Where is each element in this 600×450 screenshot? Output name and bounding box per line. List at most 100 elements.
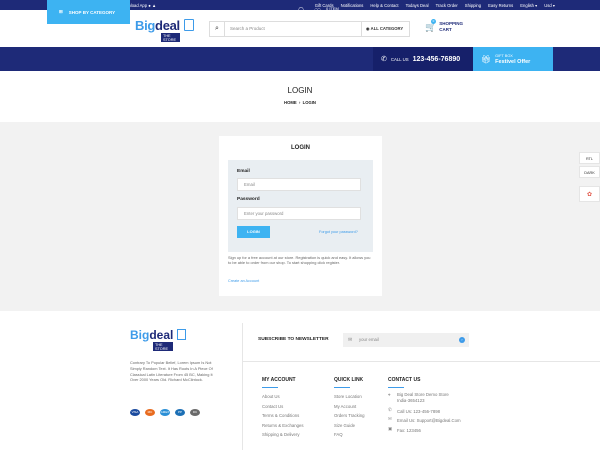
address-text: Big Deal Store Demo Store India-3654123 (397, 392, 449, 404)
nav-item-pages[interactable]: PAGES ▾ (243, 9, 261, 15)
footer-link-size-guide[interactable]: Size Guide (334, 421, 365, 431)
email-label: Email (237, 169, 250, 174)
email-field[interactable]: Email (237, 178, 361, 191)
logo-tagline: THE STORE (161, 33, 180, 42)
footer-link-orders-tracking[interactable]: Orders Tracking (334, 411, 365, 421)
easy-returns-link[interactable]: Easy Returns (488, 3, 513, 8)
breadcrumb-home[interactable]: HOME (284, 100, 297, 105)
call-us-label: CALL US (390, 56, 409, 62)
currency-select[interactable]: Usd ▾ (544, 3, 555, 8)
nav-features-label: FEATURES (210, 9, 234, 14)
title-underline (334, 387, 350, 388)
contact-column: CONTACT US ⌖ Big Deal Store Demo Store Ind… (388, 377, 461, 435)
footer-link-terms[interactable]: Terms & Conditions (262, 411, 304, 421)
mail-icon: ✉ (348, 337, 353, 343)
shopping-bag-icon (177, 329, 186, 340)
language-label: English (520, 3, 534, 8)
footer-link-store-location[interactable]: Store Location (334, 392, 365, 402)
footer-link-about[interactable]: About Us (262, 392, 304, 402)
register-info-text: Sign up for a free account at our store.… (228, 255, 371, 266)
search-icon[interactable]: ⌕ (210, 25, 224, 33)
category-select[interactable]: ◉ ALL CATEGORY (361, 22, 409, 36)
shop-by-category-label: SHOP BY CATEGORY (68, 9, 116, 15)
newsletter-placeholder: your email (359, 337, 379, 342)
cart-icon: 🛒 0 (425, 18, 437, 32)
dark-toggle[interactable]: DARK (579, 166, 600, 178)
footer-logo-tagline: THE STORE (153, 342, 174, 351)
quick-link-column: QUICK LINK Store Location My Account Ord… (334, 377, 365, 440)
footer-logo[interactable]: Bigdeal THE STORE (130, 328, 186, 351)
login-panel: LOGIN Email Email Password Enter your pa… (219, 136, 382, 296)
chevron-right-icon: › (298, 100, 301, 105)
paypal-icon: PP (175, 409, 185, 416)
nav-item-product[interactable]: PRODUCT ▾ (180, 9, 205, 15)
create-account-link[interactable]: Create an Account (228, 279, 259, 283)
password-field[interactable]: Enter your password (237, 207, 361, 220)
mail-icon: ✉ (388, 416, 392, 422)
language-select[interactable]: English ▾ (520, 3, 537, 8)
footer-logo-deal: deal (149, 328, 174, 342)
nav-home-label: HOME (136, 9, 149, 14)
chevron-down-icon: ▾ (552, 3, 555, 8)
footer-description: Contrary To Popular Belief, Lorem Ipsum … (130, 360, 213, 383)
page-title: LOGIN (287, 86, 313, 95)
fax-text: Fax: 123456 (397, 427, 421, 433)
todays-deal-link[interactable]: Todays Deal (406, 3, 429, 8)
category-label: ALL CATEGORY (370, 26, 404, 31)
shopping-cart[interactable]: 🛒 0 SHOPPING CART (425, 18, 463, 33)
footer-link-shipping[interactable]: Shipping & Delivery (262, 430, 304, 440)
rtl-toggle[interactable]: RTL (579, 152, 600, 164)
chevron-down-icon: ▾ (535, 3, 538, 8)
track-order-link[interactable]: Track Order (436, 3, 458, 8)
color-picker-icon[interactable]: ✿ (579, 186, 600, 202)
my-account-column: MY ACCOUNT About Us Contact Us Terms & C… (262, 377, 304, 440)
nav-item-blog[interactable]: BLOG ▾ (267, 9, 283, 15)
help-contact-link[interactable]: Help & Contact (370, 3, 398, 8)
payment-icons: VISA MC AMEX PP DC (130, 409, 200, 416)
user-icon[interactable]: 👤︎ (296, 7, 306, 16)
breadcrumb-current: LOGIN (302, 100, 316, 105)
shop-by-category-button[interactable]: ⊞ SHOP BY CATEGORY (47, 0, 130, 24)
nav-item-features[interactable]: FEATURES ▾ (210, 9, 236, 15)
footer-hdivider (242, 361, 600, 362)
contact-title: CONTACT US (388, 377, 421, 383)
footer-link-contact[interactable]: Contact Us (262, 402, 304, 412)
gift-box-offer[interactable]: 🎁︎ GIFT BOX Festivel Offer (473, 47, 553, 71)
footer-link-faq[interactable]: FAQ (334, 430, 365, 440)
login-button[interactable]: LOGIN (237, 226, 270, 238)
email-text[interactable]: Email Us: Support@Bigdeal.Com (397, 416, 461, 426)
my-account-title: MY ACCOUNT (262, 377, 296, 383)
nav-product-label: PRODUCT (179, 9, 201, 14)
login-form: Email Email Password Enter your password… (228, 160, 373, 252)
phone-icon: ✆ (381, 56, 387, 63)
address-line-1: Big Deal Store Demo Store (397, 392, 449, 397)
call-text: Call Us: 123-456-7898 (397, 408, 440, 414)
currency-label: Usd (544, 3, 552, 8)
heart-icon[interactable]: ♡ (314, 7, 321, 16)
wishlist-link[interactable]: 0 ITEM WISHLIST (326, 6, 345, 16)
nav-blog-label: BLOG (266, 9, 280, 14)
breadcrumb-section: LOGIN HOME › LOGIN (0, 71, 600, 122)
nav-menu: HOME ▾ SHOP ▾ PRODUCT ▾ FEATURES ▾ PAGES… (136, 0, 282, 24)
title-underline (388, 387, 404, 388)
category-dot-icon: ◉ (366, 26, 370, 31)
footer-logo-wordmark: Bigdeal (130, 328, 173, 342)
login-title: LOGIN (291, 145, 310, 151)
search-input[interactable]: Search a Product (224, 22, 361, 36)
forgot-password-link[interactable]: Forgot your password? (319, 230, 358, 234)
nav-item-shop[interactable]: SHOP ▾ (158, 9, 173, 15)
grid-icon: ⊞ (59, 9, 63, 14)
footer-divider (242, 323, 243, 450)
arrow-right-icon[interactable]: › (459, 337, 465, 343)
footer-link-returns[interactable]: Returns & Exchanges (262, 421, 304, 431)
shipping-link[interactable]: Shipping (465, 3, 481, 8)
newsletter-email-input[interactable]: ✉ your email › (343, 333, 469, 347)
location-pin-icon: ⌖ (388, 392, 391, 397)
gift-small-label: GIFT BOX (495, 54, 513, 58)
nav-item-home[interactable]: HOME ▾ (136, 9, 152, 15)
title-underline (262, 387, 278, 388)
cart-label: SHOPPING CART (439, 21, 463, 33)
cart-label-1: SHOPPING (439, 21, 463, 26)
footer-link-my-account[interactable]: My Account (334, 402, 365, 412)
nav-pages-label: PAGES (242, 9, 258, 14)
